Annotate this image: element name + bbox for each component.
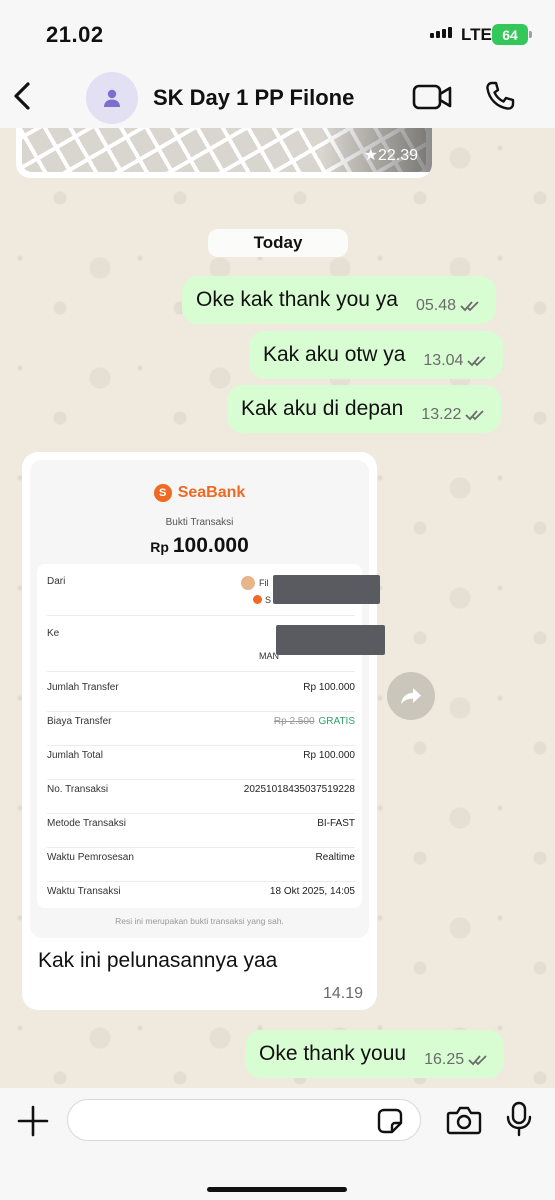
message-text: Oke kak thank you ya	[196, 288, 398, 311]
message-text: Oke thank youu	[259, 1042, 407, 1065]
microphone-icon[interactable]	[505, 1101, 533, 1137]
double-check-icon	[468, 1055, 487, 1066]
outgoing-message[interactable]: Oke thank youu 16.25	[245, 1030, 505, 1078]
status-bar: 21.02 LTE 64	[0, 0, 555, 66]
input-bar	[0, 1088, 555, 1200]
receipt-footer: Resi ini merupakan bukti transaksi yang …	[115, 916, 284, 926]
receipt-row: Waktu Transaksi 18 Okt 2025, 14:05	[47, 886, 355, 897]
message-text: Kak aku otw ya	[263, 343, 406, 366]
message-time: 16.25	[424, 1051, 465, 1068]
receipt-image[interactable]: S SeaBank Bukti Transaksi Rp 100.000 Dari…	[30, 460, 369, 938]
outgoing-message[interactable]: Kak aku di depan 13.22	[227, 385, 502, 433]
avatar[interactable]	[86, 72, 138, 124]
camera-icon[interactable]	[446, 1105, 482, 1135]
receipt-details: Dari Fil S Ke MAN Jumlah Transfer Rp 100…	[37, 564, 362, 908]
home-indicator[interactable]	[207, 1187, 347, 1192]
message-time: 05.48	[415, 297, 456, 314]
plus-icon[interactable]	[16, 1104, 50, 1138]
signal-strength-icon	[430, 27, 452, 38]
message-time: 13.04	[423, 352, 464, 369]
double-check-icon	[460, 301, 479, 312]
message-text: Kak aku di depan	[241, 397, 404, 420]
receipt-row: Waktu Pemrosesan Realtime	[47, 852, 355, 882]
double-check-icon	[467, 356, 487, 367]
image-caption: Kak ini pelunasannya yaa	[38, 949, 278, 972]
sticker-icon[interactable]	[376, 1107, 404, 1135]
location-message[interactable]: ★22.39	[16, 128, 432, 178]
sender-avatar	[241, 576, 255, 590]
phone-icon[interactable]	[484, 80, 516, 112]
date-separator: Today	[208, 229, 348, 257]
outgoing-message[interactable]: Kak aku otw ya 13.04	[249, 331, 504, 379]
receipt-amount: Rp 100.000	[150, 534, 249, 557]
chat-title[interactable]: SK Day 1 PP Filone	[153, 85, 354, 111]
receipt-subtitle: Bukti Transaksi	[165, 517, 234, 528]
receipt-row: Biaya Transfer Rp 2.500 GRATIS	[47, 716, 355, 746]
video-camera-icon[interactable]	[412, 82, 452, 112]
receipt-row: Jumlah Transfer Rp 100.000	[47, 682, 355, 712]
seabank-logo: S SeaBank	[30, 484, 369, 502]
outgoing-message[interactable]: Oke kak thank you ya 05.48	[182, 276, 496, 324]
redaction-block	[273, 575, 380, 604]
person-icon	[104, 89, 120, 107]
forward-icon[interactable]	[387, 672, 435, 720]
message-time: 14.19	[322, 985, 363, 1002]
message-input[interactable]	[67, 1099, 421, 1141]
map-timestamp: ★22.39	[363, 147, 418, 164]
star-icon: ★	[363, 147, 378, 164]
status-time: 21.02	[46, 22, 104, 47]
receipt-row: No. Transaksi 20251018435037519228	[47, 784, 355, 814]
battery-icon: 64	[492, 24, 532, 45]
battery-level: 64	[502, 26, 518, 43]
chevron-left-icon[interactable]	[8, 76, 38, 116]
receipt-row: Metode Transaksi BI-FAST	[47, 818, 355, 848]
incoming-image-message[interactable]: S SeaBank Bukti Transaksi Rp 100.000 Dari…	[22, 452, 385, 1010]
receipt-row: Jumlah Total Rp 100.000	[47, 750, 355, 780]
network-type: LTE	[461, 25, 492, 44]
redaction-block	[276, 625, 385, 655]
double-check-icon	[465, 410, 484, 421]
chat-header: SK Day 1 PP Filone	[0, 66, 555, 128]
message-time: 13.22	[421, 406, 462, 423]
